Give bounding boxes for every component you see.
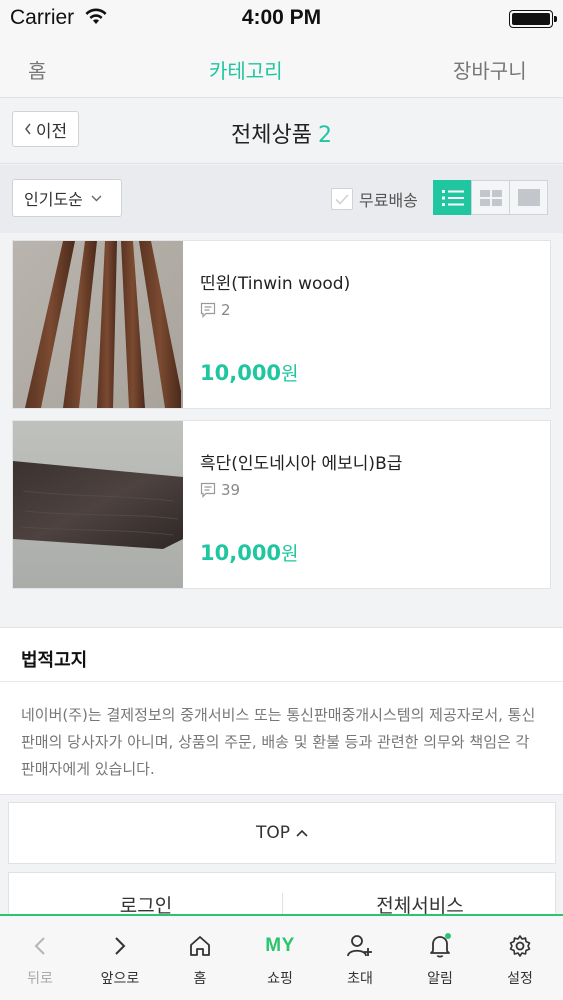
- chevron-down-icon: [91, 195, 102, 201]
- nav-back[interactable]: 뒤로: [0, 916, 80, 1000]
- bell-icon: [430, 933, 451, 958]
- top-button-label: TOP: [255, 823, 291, 843]
- product-image[interactable]: [13, 421, 183, 588]
- clock: 4:00 PM: [241, 6, 322, 29]
- price-value: 10,000: [200, 541, 282, 565]
- gear-icon: [509, 935, 531, 957]
- review-count: 2: [200, 301, 231, 319]
- invite-person-icon: [347, 935, 372, 957]
- page-title: 전체상품 2: [0, 117, 563, 149]
- my-shopping-icon: MY: [265, 935, 295, 956]
- product-card[interactable]: 띤윈(Tinwin wood) 2 10,000원: [12, 240, 551, 409]
- list-view-icon: [441, 189, 464, 206]
- tab-category[interactable]: 카테고리: [209, 55, 283, 84]
- nav-alerts[interactable]: 알림: [400, 916, 480, 1000]
- divider: [0, 681, 563, 682]
- nav-back-label: 뒤로: [27, 971, 53, 987]
- product-name[interactable]: 흑단(인도네시아 에보니)B급: [200, 449, 402, 474]
- gallery-view-button[interactable]: [509, 180, 548, 215]
- grid-view-button[interactable]: [471, 180, 510, 215]
- nav-invite-label: 초대: [347, 971, 373, 987]
- footer-links: 로그인 전체서비스: [8, 872, 556, 920]
- title-bar: 이전 전체상품 2: [0, 98, 563, 164]
- legal-notice: 법적고지 네이버(주)는 결제정보의 중개서비스 또는 통신판매중개시스템의 제…: [0, 627, 563, 795]
- scroll-top-button[interactable]: TOP: [8, 802, 556, 864]
- comment-icon: [200, 482, 216, 498]
- review-count-value: 2: [221, 301, 231, 319]
- page-title-text: 전체상품: [231, 123, 312, 148]
- grid-view-icon: [479, 189, 502, 206]
- comment-icon: [200, 302, 216, 318]
- product-price: 10,000원: [200, 359, 299, 386]
- product-name[interactable]: 띤윈(Tinwin wood): [200, 269, 350, 294]
- status-bar: Carrier 4:00 PM: [0, 0, 563, 38]
- nav-my-shopping-label: 쇼핑: [267, 971, 293, 987]
- legal-title: 법적고지: [21, 650, 88, 671]
- battery-icon: [509, 10, 557, 28]
- product-image[interactable]: [13, 241, 183, 408]
- sort-dropdown[interactable]: 인기도순: [12, 179, 122, 217]
- nav-home[interactable]: 홈: [160, 916, 240, 1000]
- sort-label: 인기도순: [24, 190, 83, 209]
- chevron-up-icon: [296, 829, 308, 837]
- view-toggle: [433, 180, 548, 215]
- nav-settings[interactable]: 설정: [480, 916, 560, 1000]
- forward-arrow-icon: [115, 937, 126, 955]
- product-card[interactable]: 흑단(인도네시아 에보니)B급 39 10,000원: [12, 420, 551, 589]
- nav-my-shopping[interactable]: MY 쇼핑: [240, 916, 320, 1000]
- review-count-value: 39: [221, 481, 241, 499]
- product-list: 띤윈(Tinwin wood) 2 10,000원 흑단(인도네시아 에보니)B…: [12, 240, 551, 600]
- nav-forward-label: 앞으로: [100, 971, 140, 987]
- currency-label: 원: [281, 363, 299, 385]
- nav-forward[interactable]: 앞으로: [80, 916, 160, 1000]
- bottom-nav: 뒤로 앞으로 홈 MY 쇼핑 초대 알림 설정: [0, 914, 563, 1000]
- product-price: 10,000원: [200, 539, 299, 566]
- currency-label: 원: [281, 543, 299, 565]
- nav-settings-label: 설정: [507, 971, 533, 987]
- tab-cart[interactable]: 장바구니: [453, 55, 527, 84]
- product-count: 2: [317, 123, 332, 148]
- free-shipping-filter[interactable]: 무료배송: [331, 187, 418, 211]
- check-icon: [335, 193, 349, 205]
- review-count: 39: [200, 481, 240, 499]
- home-icon: [190, 936, 210, 956]
- nav-alerts-label: 알림: [427, 971, 453, 987]
- back-arrow-icon: [34, 937, 45, 955]
- free-shipping-checkbox[interactable]: [331, 188, 353, 210]
- nav-invite[interactable]: 초대: [320, 916, 400, 1000]
- tab-home[interactable]: 홈: [28, 55, 46, 84]
- free-shipping-label: 무료배송: [359, 191, 418, 210]
- gallery-view-icon: [517, 189, 540, 206]
- legal-text: 네이버(주)는 결제정보의 중개서비스 또는 통신판매중개시스템의 제공자로서,…: [21, 706, 536, 778]
- list-view-button[interactable]: [433, 180, 472, 215]
- nav-home-label: 홈: [193, 971, 207, 987]
- price-value: 10,000: [200, 361, 282, 385]
- top-tab-bar: 홈 카테고리 장바구니: [0, 38, 563, 98]
